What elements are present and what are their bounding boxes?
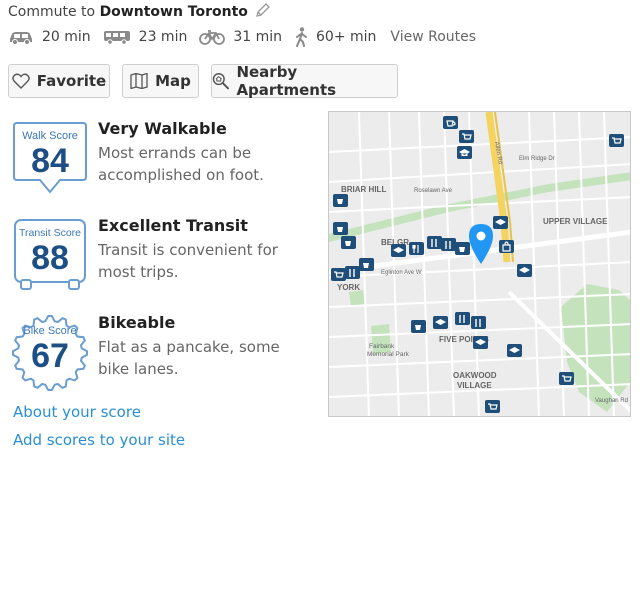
poi-school-icon-7[interactable] [507, 344, 522, 357]
commute-car-time: 20 min [42, 29, 91, 45]
map-label-eglinton: Eglinton Ave W [381, 270, 422, 276]
transit-score-title: Excellent Transit [98, 216, 248, 235]
bike-score-title: Bikeable [98, 313, 176, 332]
map-label-memorial-park: Memorial Park [367, 351, 410, 358]
walk-score-badge-label: Walk Score [22, 130, 78, 142]
map-label-briar-hill: BRIAR HILL [341, 185, 386, 194]
neighborhood-map[interactable]: BRIAR HILL UPPER VILLAGE FIVE POINTS OAK… [328, 111, 631, 417]
poi-cafe-icon-7[interactable] [411, 320, 426, 333]
bike-score-value: 67 [31, 337, 69, 375]
poi-grocery-icon-3[interactable] [331, 268, 346, 281]
poi-cafe-icon-6[interactable] [359, 258, 374, 271]
commute-destination: Downtown Toronto [99, 4, 248, 20]
bus-icon [103, 31, 130, 45]
commute-modes: 20 min 23 min 31 min 60+ min View Routes [8, 26, 476, 48]
map-label-roselawn: Roselawn Ave [414, 188, 453, 194]
nearby-apartments-button[interactable]: Nearby Apartments [211, 63, 398, 99]
commute-walk-time: 60+ min [316, 29, 377, 45]
poi-restaurant-icon-2[interactable] [427, 236, 442, 249]
transit-score-description: Transit is convenient for most trips. [98, 241, 278, 281]
poi-restaurant-icon-6[interactable] [471, 316, 486, 329]
walk-score-badge-icon: Walk Score 84 [13, 122, 87, 194]
poi-cafe-icon-4[interactable] [341, 236, 356, 249]
poi-school-icon-4[interactable] [517, 264, 532, 277]
commute-prefix: Commute to [8, 4, 96, 20]
transit-score-badge-icon: Transit Score 88 [14, 219, 86, 290]
bike-score-section: Bike Score 67 Bikeable Flat as a pancake… [10, 313, 310, 403]
poi-cafe-icon-2[interactable] [333, 194, 348, 207]
poi-shopping-icon[interactable] [499, 240, 514, 253]
map-label-village: VILLAGE [457, 381, 492, 390]
poi-cafe-icon-3[interactable] [333, 222, 348, 235]
poi-restaurant-icon-3[interactable] [441, 238, 456, 251]
commute-mode-walk[interactable]: 60+ min [294, 27, 376, 47]
commute-mode-car[interactable]: 20 min [8, 29, 91, 45]
poi-restaurant-icon-5[interactable] [455, 312, 470, 325]
bike-score-badge-label: Bike Score [23, 325, 76, 337]
poi-restaurant-icon-4[interactable] [345, 266, 360, 279]
map-label-york: YORK [337, 283, 360, 292]
view-routes-link[interactable]: View Routes [390, 29, 476, 45]
poi-restaurant-icon[interactable] [409, 242, 424, 255]
edit-pencil-icon[interactable] [255, 2, 271, 22]
walking-icon [296, 27, 308, 47]
commute-header: Commute to Downtown Toronto [8, 2, 271, 22]
poi-school-icon-3[interactable] [391, 244, 406, 257]
poi-school-icon-6[interactable] [473, 336, 488, 349]
poi-grocery-icon-5[interactable] [485, 400, 500, 413]
poi-cafe-icon-5[interactable] [455, 242, 470, 255]
about-score-link[interactable]: About your score [13, 403, 141, 421]
poi-grocery-icon-4[interactable] [559, 372, 574, 385]
walk-score-description: Most errands can be accomplished on foot… [98, 144, 264, 184]
heart-icon [12, 73, 30, 89]
map-icon [130, 73, 148, 89]
map-button[interactable]: Map [122, 64, 199, 98]
park-small-west [349, 290, 365, 306]
nearby-apartments-label: Nearby Apartments [236, 63, 337, 99]
map-button-label: Map [155, 72, 191, 90]
commute-mode-bus[interactable]: 23 min [103, 29, 188, 45]
bicycle-icon [199, 30, 226, 45]
walk-score-section: Walk Score 84 Very Walkable Most errands… [10, 119, 310, 209]
map-label-upper-village: UPPER VILLAGE [543, 217, 608, 226]
commute-bike-time: 31 min [233, 29, 283, 45]
bike-score-badge-icon: Bike Score 67 [12, 315, 88, 391]
map-label-elm-ridge: Elm Ridge Dr [519, 156, 555, 162]
transit-score-section: Transit Score 88 Excellent Transit Trans… [10, 216, 310, 306]
poi-grocery-icon[interactable] [459, 130, 474, 143]
add-scores-link[interactable]: Add scores to your site [13, 431, 185, 449]
bike-score-description: Flat as a pancake, some bike lanes. [98, 338, 280, 378]
transit-score-badge-label: Transit Score [19, 227, 81, 239]
commute-bus-time: 23 min [138, 29, 188, 45]
map-label-vaughan: Vaughan Rd [595, 398, 628, 404]
walk-score-title: Very Walkable [98, 119, 227, 138]
favorite-button[interactable]: Favorite [8, 64, 110, 98]
commute-mode-bike[interactable]: 31 min [199, 29, 282, 45]
map-label-fairbank: Fairbank [369, 343, 395, 350]
map-label-oakwood: OAKWOOD [453, 371, 497, 380]
transit-score-value: 88 [31, 239, 69, 277]
poi-cafe-icon[interactable] [443, 116, 458, 129]
favorite-button-label: Favorite [36, 72, 107, 90]
search-house-icon [212, 73, 229, 90]
poi-school-icon-5[interactable] [433, 316, 448, 329]
walk-score-value: 84 [31, 142, 69, 180]
poi-school-icon[interactable] [457, 146, 472, 159]
poi-school-icon-2[interactable] [493, 216, 508, 229]
poi-grocery-icon-2[interactable] [609, 134, 624, 147]
car-icon [10, 32, 32, 45]
